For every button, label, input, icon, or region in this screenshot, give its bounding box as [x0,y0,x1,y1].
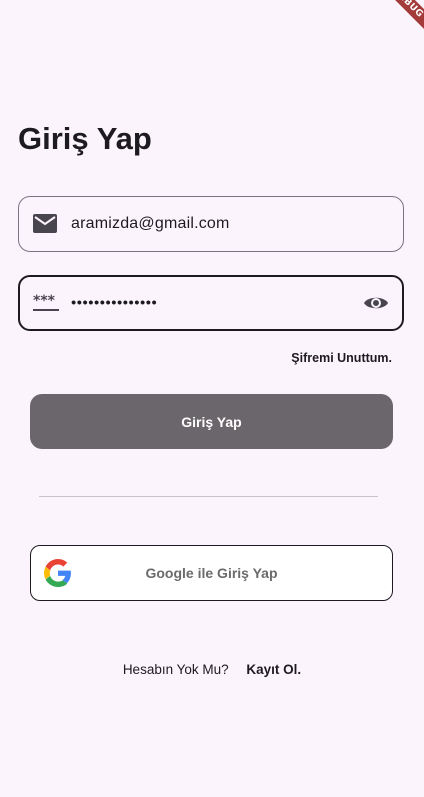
forgot-password-link[interactable]: Şifremi Unuttum. [291,351,392,365]
signup-link[interactable]: Kayıt Ol. [246,662,301,677]
page-title: Giriş Yap [18,121,152,156]
mail-icon [31,212,59,236]
google-login-button[interactable]: Google ile Giriş Yap [30,545,393,601]
password-field[interactable]: *** ••••••••••••••• [18,275,404,331]
login-button[interactable]: Giriş Yap [30,394,393,449]
email-value: aramizda@gmail.com [71,215,230,232]
email-field[interactable]: aramizda@gmail.com [18,196,404,252]
eye-icon[interactable] [362,291,390,315]
password-value: ••••••••••••••• [71,294,158,312]
divider [39,496,378,497]
signup-row: Hesabın Yok Mu? Kayıt Ol. [0,662,424,677]
signup-question: Hesabın Yok Mu? [122,662,229,677]
debug-banner: DEBUG [376,0,424,35]
svg-text:***: *** [33,293,56,309]
password-icon: *** [32,291,60,315]
google-login-label: Google ile Giriş Yap [145,565,278,581]
